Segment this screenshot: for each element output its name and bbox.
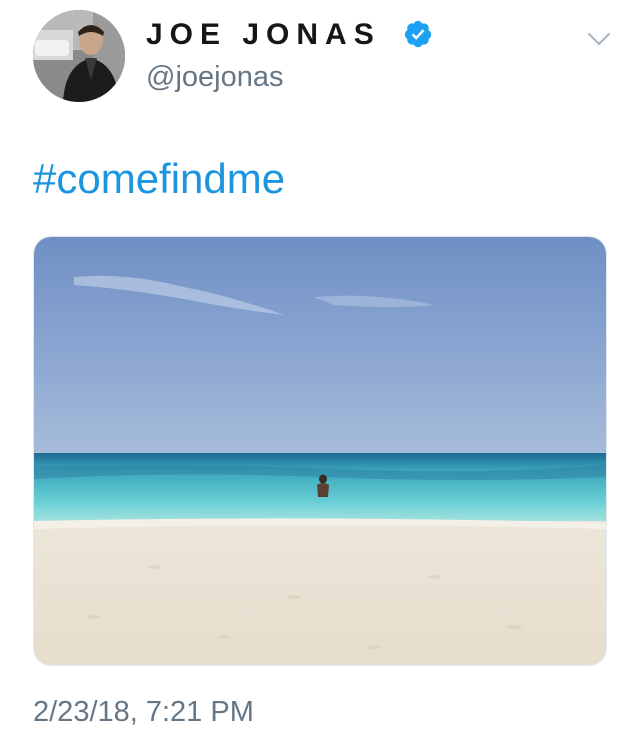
- tweet-photo[interactable]: [33, 236, 607, 666]
- author-display-name[interactable]: JOE JONAS: [146, 17, 381, 53]
- chevron-down-icon[interactable]: [586, 30, 612, 48]
- beach-photo: [34, 237, 606, 665]
- tweet-timestamp[interactable]: 2/23/18, 7:21 PM: [33, 694, 254, 730]
- hashtag-link[interactable]: #comefindme: [33, 154, 285, 204]
- verified-badge-icon: [404, 20, 432, 48]
- author-handle[interactable]: @joejonas: [146, 60, 283, 94]
- avatar[interactable]: [33, 10, 125, 102]
- avatar-image: [33, 10, 125, 102]
